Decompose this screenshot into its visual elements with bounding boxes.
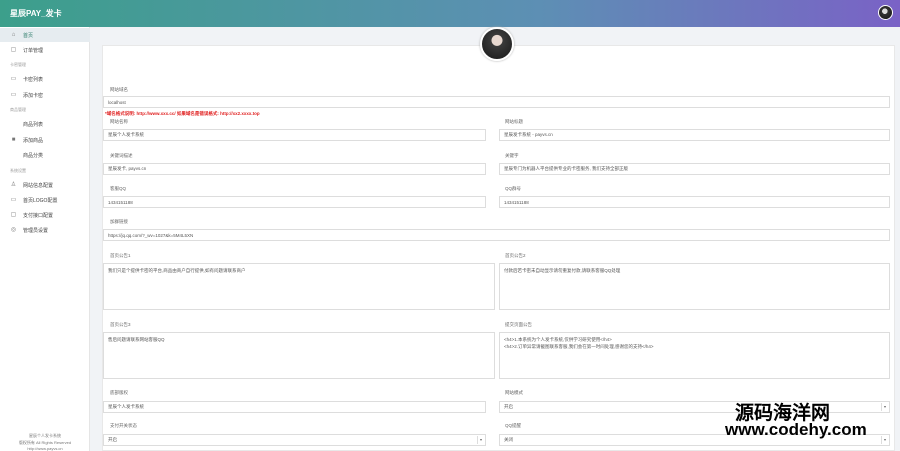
sidebar-item-orders[interactable]: ▢ 订单管理	[0, 43, 90, 57]
sidebar-item-home[interactable]: ⌂ 首页	[0, 28, 90, 42]
notice1-textarea[interactable]: 我们只是个提供卡密的平台,商品由商户自行提供,如有问题请联系商户	[103, 263, 495, 310]
paystatus-label: 支付开关状态	[110, 423, 137, 428]
card-icon: ▭	[10, 75, 17, 82]
sidebar-item-card-list[interactable]: ▭ 卡密列表	[0, 72, 90, 86]
top-header: 星辰PAY_发卡	[0, 0, 900, 27]
sidebar-item-add-goods[interactable]: ■ 添加商品	[0, 133, 90, 147]
brand-title: 星辰PAY_发卡	[10, 9, 62, 18]
card-add-icon: ▭	[10, 91, 17, 98]
sidebar-section-goods: 商品管理	[10, 107, 26, 112]
notice1-label: 首页公告1	[110, 253, 131, 258]
sidebar-item-site-config[interactable]: ♙ 网站信息配置	[0, 178, 90, 192]
qq-label: 客服QQ	[110, 186, 127, 191]
sidebar-section-cards: 卡密管理	[10, 62, 26, 67]
bulb-icon: ♙	[10, 181, 17, 188]
settings-panel: 网站域名 localhost *域名格式说明: http://www.xxx.c…	[102, 27, 895, 451]
goods-icon	[10, 121, 17, 128]
notice2-label: 首页公告2	[505, 253, 526, 258]
keywords-input[interactable]: 星辰发卡, payvs.cn	[103, 163, 486, 175]
paystatus-select[interactable]: 开启 ▾	[103, 434, 486, 446]
copyright-input[interactable]: 星辰个人发卡系统	[103, 401, 486, 413]
user-avatar[interactable]	[878, 5, 893, 20]
sidebar-item-admin[interactable]: ◎ 管理员设置	[0, 223, 90, 237]
sidebar-item-pay-config[interactable]: ▢ 支付接口配置	[0, 208, 90, 222]
title-input[interactable]: 星辰个人发卡系统	[103, 129, 486, 141]
qqgroup-label: QQ群号	[505, 186, 522, 191]
sidebar: ⌂ 首页 ▢ 订单管理 卡密管理 ▭ 卡密列表 ▭ 添加卡密 商品管理 商品列表 ■ 添加…	[0, 27, 90, 451]
user-icon: ◎	[10, 226, 17, 233]
chevron-down-icon: ▾	[881, 436, 888, 444]
host-label: 网站域名	[110, 87, 128, 92]
host-format-notice: *域名格式说明: http://www.xxx.cc/ 如果域名是错误格式: h…	[105, 111, 260, 116]
sidebar-item-add-card[interactable]: ▭ 添加卡密	[0, 88, 90, 102]
subtitle-input[interactable]: 星辰发卡系统 - payvs.cn	[499, 129, 890, 141]
cart-icon: ▢	[10, 46, 17, 53]
watermark-url: www.codehy.com	[725, 420, 867, 439]
notice4-textarea[interactable]: <h4>1.本系统为个人发卡系统,仅供学习研究使用</h4> <h4>2.订单异常…	[499, 332, 890, 379]
notice2-textarea[interactable]: 付款后若卡密未自动显示请勿重复付款,请联系客服QQ处理	[499, 263, 890, 310]
sidebar-footer-name: 星辰个人发卡系统	[29, 433, 61, 438]
buylink-input[interactable]: https://jq.qq.com/?_wv=1027&k=5M4L5XN	[103, 229, 890, 241]
notice4-label: 提交页面公告	[505, 322, 532, 327]
description-input[interactable]: 星辰专门为机器人平台提供专业的卡密服务, 我们支持全部正版	[499, 163, 890, 175]
chevron-down-icon: ▾	[881, 403, 888, 411]
title-label: 网站名称	[110, 119, 128, 124]
qqcheck-label: QQ提醒	[505, 423, 522, 428]
qqgroup-input[interactable]: 1434151188	[499, 196, 890, 208]
status-select[interactable]: 开启 ▾	[499, 401, 890, 413]
sidebar-item-goods-category[interactable]: 商品分类	[0, 148, 90, 162]
host-input[interactable]: localhost	[103, 96, 890, 108]
site-logo-avatar	[480, 27, 514, 61]
qq-input[interactable]: 1434151188	[103, 196, 486, 208]
keywords-label: 关键词描述	[110, 153, 133, 158]
status-label: 网站模式	[505, 390, 523, 395]
sidebar-item-goods-list[interactable]: 商品列表	[0, 117, 90, 131]
notice3-textarea[interactable]: 售后问题请联系网站客服QQ	[103, 332, 495, 379]
subtitle-label: 网站标题	[505, 119, 523, 124]
notice3-label: 首页公告3	[110, 322, 131, 327]
image-icon: ▭	[10, 196, 17, 203]
sidebar-section-settings: 系统设置	[10, 168, 26, 173]
goods-add-icon: ■	[11, 136, 16, 143]
buylink-label: 加群链接	[110, 219, 128, 224]
copyright-label: 底部版权	[110, 390, 128, 395]
sidebar-item-logo-config[interactable]: ▭ 首页LOGO配置	[0, 193, 90, 207]
home-icon: ⌂	[11, 31, 16, 38]
description-label: 关键字	[505, 153, 519, 158]
sidebar-footer-url: http://www.payvs.cn	[27, 446, 63, 451]
chevron-down-icon: ▾	[477, 436, 484, 444]
category-icon	[10, 152, 17, 159]
pay-icon: ▢	[10, 211, 17, 218]
